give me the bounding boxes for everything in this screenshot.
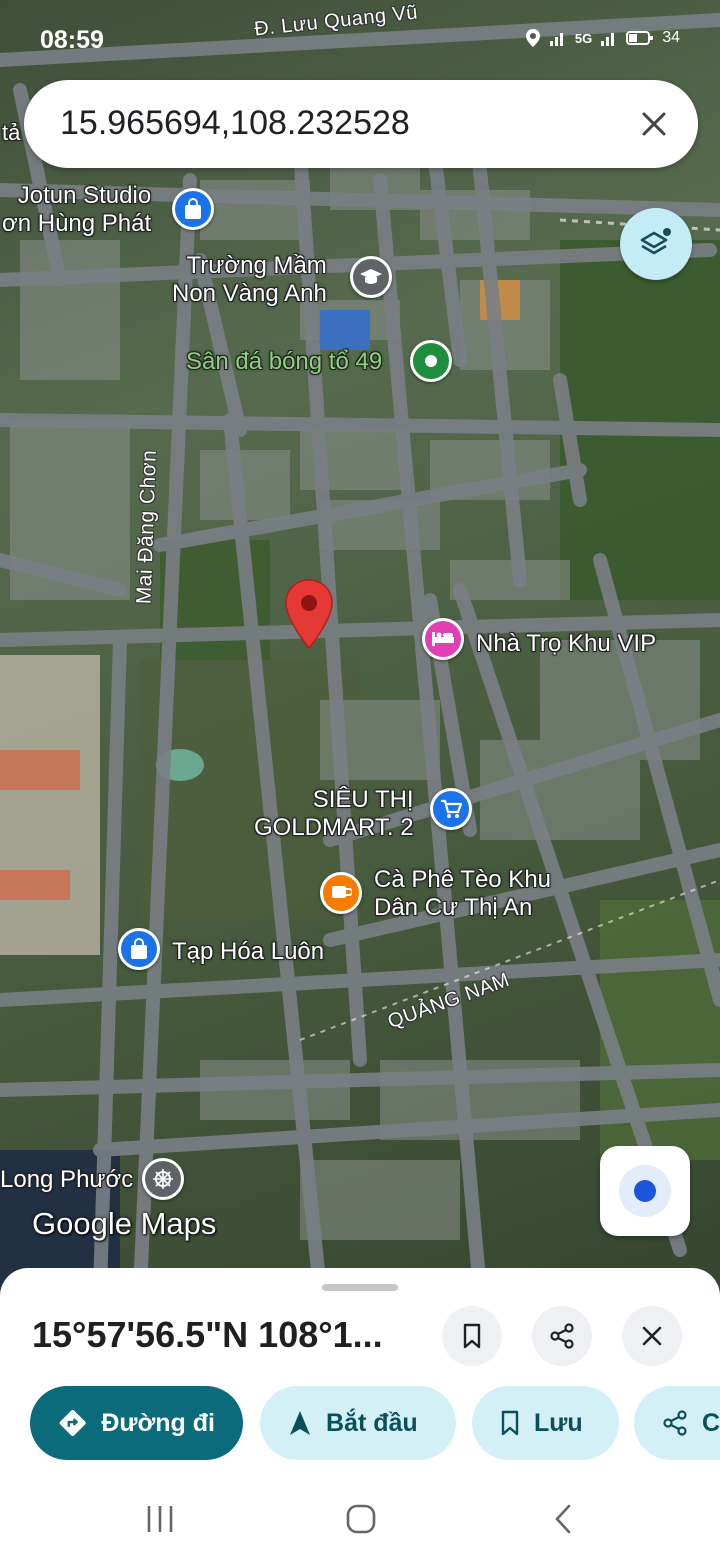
my-location-button[interactable] [600,1146,690,1236]
directions-icon [59,1409,86,1437]
share-chip-button[interactable]: C [634,1386,720,1460]
recent-apps-button[interactable] [130,1496,190,1542]
navigation-arrow-icon [290,1411,310,1435]
google-maps-logo: Google Maps [32,1206,217,1241]
status-time: 08:59 [40,26,104,54]
shopping-cart-icon[interactable] [430,788,472,830]
signal-icon [601,33,615,46]
close-icon [642,112,666,136]
layers-icon [640,228,671,255]
close-sheet-button[interactable] [622,1306,682,1366]
network-type: 5G [574,30,593,46]
hotel-bed-icon[interactable] [422,618,464,660]
layers-button[interactable] [620,208,692,280]
share-icon [550,1323,574,1349]
place-title: 15°57'56.5"N 108°1... [32,1314,383,1355]
location-icon [525,29,540,47]
park-pin-icon[interactable] [410,340,452,382]
clear-search-button[interactable] [632,102,676,146]
battery-icon [626,31,654,45]
directions-button[interactable]: Đường đi [30,1386,243,1460]
start-label: Bắt đầu [326,1408,418,1437]
poi-label-nha-tro[interactable]: Nhà Trọ Khu VIP [476,630,656,658]
shopping-bag-icon[interactable] [118,928,160,970]
sheet-drag-handle[interactable] [322,1284,398,1291]
home-icon [346,1504,376,1534]
coffee-cup-icon[interactable] [320,872,362,914]
poi-label-jotun-studio[interactable]: Jotun Studio ơn Hùng Phát [2,182,151,237]
poi-label-ca-phe[interactable]: Cà Phê Tèo Khu Dân Cư Thị An [374,866,551,921]
system-navigation-bar [0,1478,720,1560]
poi-label-long-phuoc[interactable]: Long Phước [0,1166,133,1194]
share-button[interactable] [532,1306,592,1366]
status-icons: 5G 34 [525,28,680,48]
directions-label: Đường đi [101,1408,215,1437]
poi-label-sieu-thi[interactable]: SIÊU THỊ GOLDMART. 2 [254,786,414,841]
my-location-icon [619,1165,671,1217]
share-chip-label: C [702,1408,720,1437]
bookmark-button[interactable] [442,1306,502,1366]
home-button[interactable] [331,1496,391,1542]
battery-level: 34 [662,29,680,46]
bookmark-icon [463,1323,481,1349]
dharma-wheel-icon[interactable] [142,1158,184,1200]
share-icon [663,1410,687,1436]
save-label: Lưu [534,1408,583,1437]
poi-label-san-da-bong[interactable]: Sân đá bóng tổ 49 [186,348,382,376]
graduation-cap-icon[interactable] [350,256,392,298]
back-icon [555,1504,571,1534]
satellite-map[interactable]: Đ. Lưu Quang Vũ Mai Đăng Chơn QUẢNG NAM … [0,0,720,1290]
shopping-bag-icon[interactable] [172,188,214,230]
close-icon [642,1326,662,1346]
poi-label-tap-hoa[interactable]: Tạp Hóa Luôn [172,938,324,966]
bookmark-icon [501,1410,519,1436]
search-query-text[interactable]: 15.965694,108.232528 [60,104,410,143]
search-bar[interactable]: 15.965694,108.232528 [24,80,698,168]
status-bar: 08:59 5G 34 [0,22,720,62]
action-chips: Đường đi Bắt đầu Lưu C [30,1386,720,1462]
edge-place-label: tả [2,120,21,145]
dropped-pin-icon[interactable] [284,578,334,650]
back-button[interactable] [533,1496,593,1542]
save-button[interactable]: Lưu [472,1386,619,1460]
poi-label-truong-mam-non[interactable]: Trường Mầm Non Vàng Anh [172,252,327,307]
recent-apps-icon [147,1506,173,1532]
signal-icon [549,33,563,46]
start-button[interactable]: Bắt đầu [260,1386,456,1460]
